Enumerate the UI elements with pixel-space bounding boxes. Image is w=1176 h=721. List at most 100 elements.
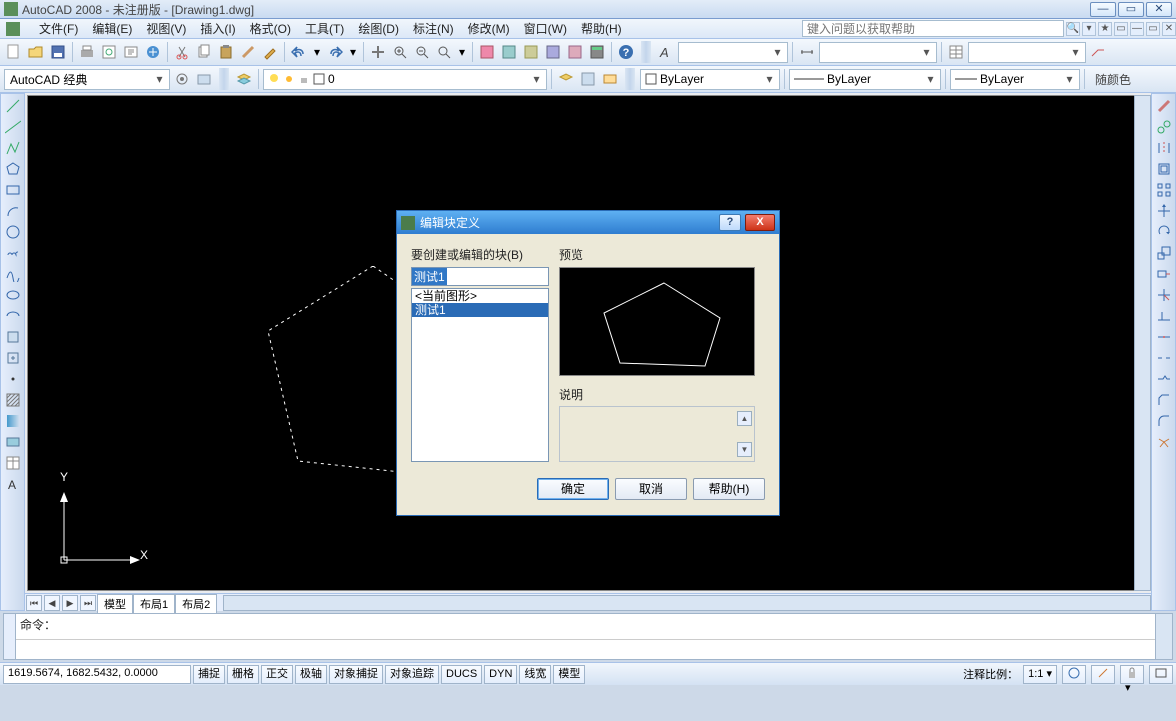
zoom-window-button[interactable] (412, 42, 432, 62)
explode-tool[interactable] (1154, 432, 1174, 452)
publish-button[interactable] (121, 42, 141, 62)
join-tool[interactable] (1154, 369, 1174, 389)
menu-format[interactable]: 格式(O) (243, 18, 298, 39)
dialog-close-button[interactable]: X (745, 214, 775, 231)
annotation-visibility-button[interactable] (1062, 665, 1086, 684)
status-ducs[interactable]: DUCS (441, 665, 482, 684)
status-ortho[interactable]: 正交 (261, 665, 293, 684)
table-style-button[interactable] (946, 42, 966, 62)
dialog-help-button[interactable]: ? (719, 214, 741, 231)
scrollbar-vertical[interactable] (1134, 95, 1151, 591)
tab-first-button[interactable]: ⏮ (26, 595, 42, 611)
tab-prev-button[interactable]: ◀ (44, 595, 60, 611)
cancel-button[interactable]: 取消 (615, 478, 687, 500)
workspace-save-button[interactable] (194, 69, 214, 89)
design-center-button[interactable] (499, 42, 519, 62)
block-list[interactable]: <当前图形> 测试1 (411, 288, 549, 462)
tab-model[interactable]: 模型 (97, 594, 133, 613)
undo-dd-button[interactable]: ▾ (311, 42, 323, 62)
annotation-scale-combo[interactable]: 1:1 ▾ (1023, 665, 1057, 684)
polygon-tool[interactable] (3, 159, 23, 179)
arc-tool[interactable] (3, 201, 23, 221)
chamfer-tool[interactable] (1154, 390, 1174, 410)
mtext-tool[interactable]: A (3, 474, 23, 494)
doc-restore-button[interactable]: ▭ (1146, 22, 1160, 36)
redo-dd-button[interactable]: ▾ (347, 42, 359, 62)
help-button[interactable]: ? (616, 42, 636, 62)
command-area-grip[interactable] (4, 614, 16, 659)
break-at-point-tool[interactable] (1154, 327, 1174, 347)
status-grid[interactable]: 栅格 (227, 665, 259, 684)
point-tool[interactable] (3, 369, 23, 389)
break-tool[interactable] (1154, 348, 1174, 368)
hatch-tool[interactable] (3, 390, 23, 410)
annotation-autoscale-button[interactable] (1091, 665, 1115, 684)
trim-tool[interactable] (1154, 285, 1174, 305)
help-search-input[interactable] (802, 20, 1064, 37)
maximize-button[interactable]: ▭ (1118, 2, 1144, 17)
mleader-style-button[interactable] (1088, 42, 1108, 62)
revision-cloud-tool[interactable] (3, 243, 23, 263)
tab-layout2[interactable]: 布局2 (175, 594, 217, 613)
table-tool[interactable] (3, 453, 23, 473)
rectangle-tool[interactable] (3, 180, 23, 200)
command-input[interactable] (16, 640, 1155, 659)
quickcalc-button[interactable] (587, 42, 607, 62)
make-block-tool[interactable] (3, 348, 23, 368)
circle-tool[interactable] (3, 222, 23, 242)
scrollbar-horizontal[interactable] (223, 595, 1151, 611)
erase-tool[interactable] (1154, 96, 1174, 116)
region-tool[interactable] (3, 432, 23, 452)
offset-tool[interactable] (1154, 159, 1174, 179)
layer-states-button[interactable] (578, 69, 598, 89)
tool-palette-button[interactable] (521, 42, 541, 62)
fillet-tool[interactable] (1154, 411, 1174, 431)
zoom-dd-button[interactable]: ▾ (456, 42, 468, 62)
tab-next-button[interactable]: ▶ (62, 595, 78, 611)
brush-button[interactable] (260, 42, 280, 62)
extend-tool[interactable] (1154, 306, 1174, 326)
search-dropdown-icon[interactable]: ▾ (1082, 22, 1096, 36)
lineweight-combo[interactable]: ByLayer▾ (950, 69, 1080, 90)
tab-layout1[interactable]: 布局1 (133, 594, 175, 613)
layer-combo[interactable]: 0 ▾ (263, 69, 547, 90)
status-osnap[interactable]: 对象捕捉 (329, 665, 383, 684)
ok-button[interactable]: 确定 (537, 478, 609, 500)
menu-view[interactable]: 视图(V) (139, 18, 193, 39)
dim-style-button[interactable] (797, 42, 817, 62)
menu-tools[interactable]: 工具(T) (298, 18, 351, 39)
menu-draw[interactable]: 绘图(D) (351, 18, 406, 39)
menu-insert[interactable]: 插入(I) (193, 18, 242, 39)
cut-button[interactable] (172, 42, 192, 62)
line-tool[interactable] (3, 96, 23, 116)
stretch-tool[interactable] (1154, 264, 1174, 284)
markup-button[interactable] (565, 42, 585, 62)
copy-button[interactable] (194, 42, 214, 62)
list-item[interactable]: <当前图形> (412, 289, 548, 303)
layer-iso-button[interactable] (600, 69, 620, 89)
status-lwt[interactable]: 线宽 (519, 665, 551, 684)
gradient-tool[interactable] (3, 411, 23, 431)
dim-style-combo[interactable]: ▾ (819, 42, 937, 63)
book-icon[interactable]: ▭ (1114, 22, 1128, 36)
close-button[interactable]: ✕ (1146, 2, 1172, 17)
properties-button[interactable] (477, 42, 497, 62)
status-dyn[interactable]: DYN (484, 665, 517, 684)
menu-file[interactable]: 文件(F) (32, 18, 85, 39)
text-style-button[interactable]: A (656, 42, 676, 62)
dialog-title-bar[interactable]: 编辑块定义 ? X (397, 211, 779, 234)
menu-window[interactable]: 窗口(W) (517, 18, 574, 39)
workspace-settings-button[interactable] (172, 69, 192, 89)
undo-button[interactable] (289, 42, 309, 62)
sheet-set-button[interactable] (143, 42, 163, 62)
minimize-button[interactable]: — (1090, 2, 1116, 17)
command-scrollbar[interactable] (1155, 614, 1172, 659)
mirror-tool[interactable] (1154, 138, 1174, 158)
redo-button[interactable] (325, 42, 345, 62)
status-snap[interactable]: 捕捉 (193, 665, 225, 684)
block-name-input[interactable]: 测试1 (411, 267, 549, 286)
ellipse-tool[interactable] (3, 285, 23, 305)
search-icon[interactable]: 🔍 (1066, 22, 1080, 36)
menu-help[interactable]: 帮助(H) (574, 18, 629, 39)
linetype-combo[interactable]: ByLayer▾ (789, 69, 941, 90)
